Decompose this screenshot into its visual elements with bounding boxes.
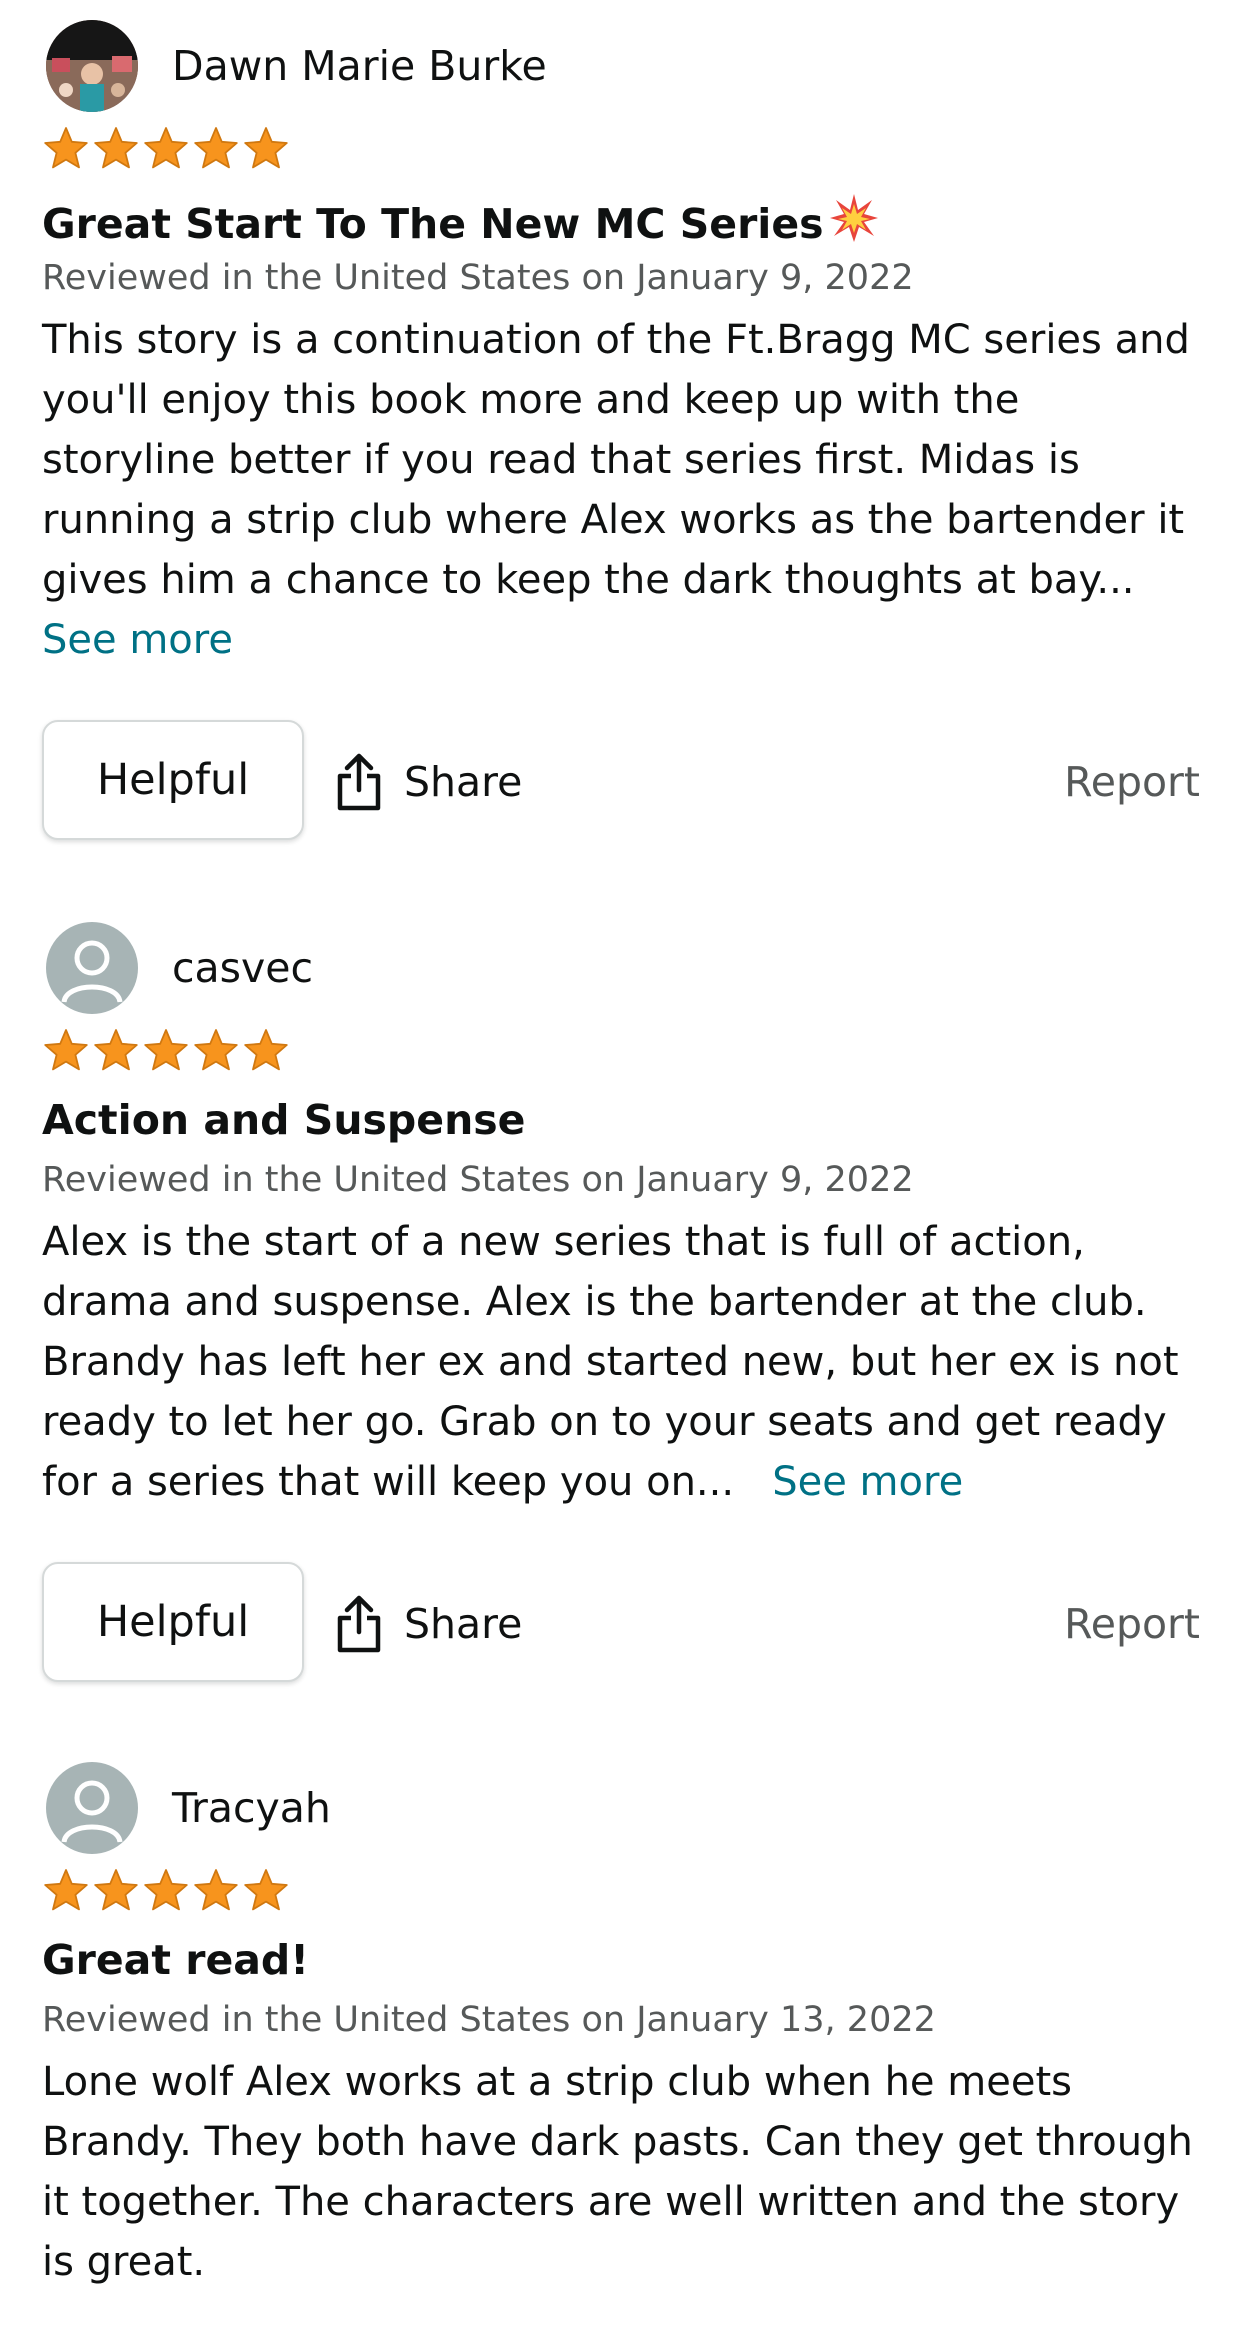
star-icon (142, 1868, 190, 1914)
default-avatar-icon (46, 1762, 138, 1854)
share-label: Share (404, 1600, 523, 1648)
reviewer-name: casvec (172, 944, 314, 992)
share-icon (337, 1595, 381, 1653)
default-avatar-icon (46, 922, 138, 1014)
review-date: Reviewed in the United States on January… (42, 2000, 936, 2040)
review-title: Great Start To The New MC Series (42, 192, 880, 256)
star-icon (192, 126, 240, 172)
report-link[interactable]: Report (1064, 720, 1200, 844)
review-text: This story is a continuation of the Ft.B… (42, 317, 1190, 603)
star-icon (242, 1868, 290, 1914)
star-rating (42, 1028, 290, 1074)
review-card: casvec Action and Suspense Reviewed in t… (42, 922, 1200, 1682)
star-rating (42, 1868, 290, 1914)
star-icon (242, 1028, 290, 1074)
review-text: Alex is the start of a new series that i… (42, 1219, 1179, 1505)
review-date: Reviewed in the United States on January… (42, 258, 914, 298)
review-card: Dawn Marie Burke Great Start To The New … (42, 20, 1200, 840)
reviewer-avatar (46, 20, 138, 112)
review-body: Alex is the start of a new series that i… (42, 1212, 1202, 1512)
reviewer-name: Dawn Marie Burke (172, 42, 547, 90)
star-icon (142, 126, 190, 172)
helpful-button[interactable]: Helpful (42, 1562, 304, 1682)
star-icon (92, 1868, 140, 1914)
review-card: Tracyah Great read! Reviewed in the Unit… (42, 1762, 1200, 2285)
star-icon (92, 126, 140, 172)
reviewer-profile[interactable]: Dawn Marie Burke (42, 20, 1200, 116)
see-more-link[interactable]: See more (42, 617, 233, 663)
share-label: Share (404, 758, 523, 806)
review-title: Action and Suspense (42, 1096, 526, 1144)
star-icon (42, 1868, 90, 1914)
review-date: Reviewed in the United States on January… (42, 1160, 914, 1200)
star-icon (42, 1028, 90, 1074)
review-text: Lone wolf Alex works at a strip club whe… (42, 2059, 1193, 2285)
collision-icon (828, 192, 880, 256)
report-link[interactable]: Report (1064, 1562, 1200, 1686)
review-actions: Helpful Share Report (42, 720, 1200, 844)
reviewer-profile[interactable]: Tracyah (42, 1762, 1200, 1858)
star-icon (242, 126, 290, 172)
star-icon (192, 1868, 240, 1914)
share-button[interactable]: Share (334, 1562, 522, 1686)
review-title-text: Great Start To The New MC Series (42, 200, 824, 248)
review-actions: Helpful Share Report (42, 1562, 1200, 1686)
review-body: Lone wolf Alex works at a strip club whe… (42, 2052, 1202, 2292)
helpful-button[interactable]: Helpful (42, 720, 304, 840)
see-more-link[interactable]: See more (772, 1459, 963, 1505)
review-title: Great read! (42, 1936, 309, 1984)
reviewer-name: Tracyah (172, 1784, 331, 1832)
review-body: This story is a continuation of the Ft.B… (42, 310, 1202, 670)
star-icon (92, 1028, 140, 1074)
star-icon (192, 1028, 240, 1074)
share-icon (337, 753, 381, 811)
star-rating (42, 126, 290, 172)
reviewer-profile[interactable]: casvec (42, 922, 1200, 1018)
share-button[interactable]: Share (334, 720, 522, 844)
star-icon (42, 126, 90, 172)
star-icon (142, 1028, 190, 1074)
